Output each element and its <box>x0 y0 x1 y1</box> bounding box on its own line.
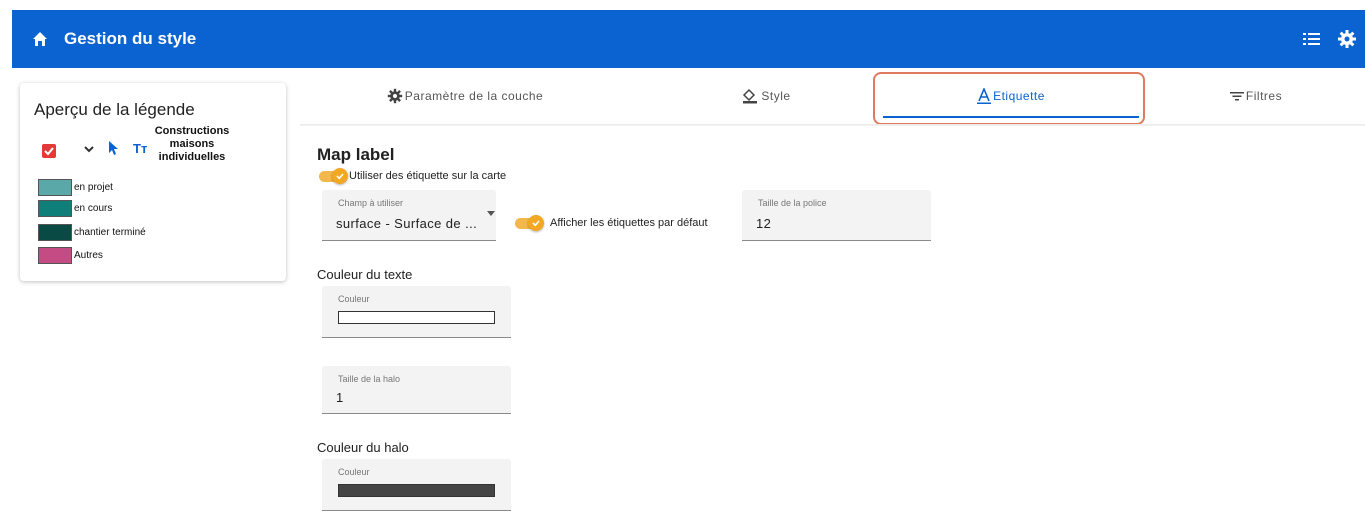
tab-label: Paramètre de la couche <box>404 89 544 103</box>
font-size-label: Taille de la police <box>758 198 827 208</box>
tab-label: Filtres <box>1245 89 1283 103</box>
section-title: Map label <box>317 145 395 164</box>
field-select-value: surface - Surface de ... <box>336 216 478 231</box>
legend-item: en cours <box>38 200 112 217</box>
legend-item-label: chantier terminé <box>74 227 146 238</box>
chevron-down-icon[interactable] <box>83 143 95 155</box>
legend-card: Aperçu de la légende Tт Constructions ma… <box>20 83 286 281</box>
halo-size-input[interactable]: Taille de la halo 1 <box>322 366 511 414</box>
color-label: Couleur <box>338 294 370 304</box>
chevron-down-icon <box>487 211 495 216</box>
tab-label: Style <box>761 89 791 103</box>
layer-checkbox[interactable] <box>42 144 56 158</box>
text-color-swatch <box>338 311 495 324</box>
halo-size-value: 1 <box>336 390 344 405</box>
tab-style[interactable]: Style <box>630 72 902 120</box>
list-icon[interactable] <box>1302 30 1322 48</box>
check-icon <box>332 168 348 184</box>
text-color-title: Couleur du texte <box>317 267 413 282</box>
show-default-toggle[interactable] <box>515 215 544 231</box>
text-color-picker[interactable]: Couleur <box>322 286 511 338</box>
page-title: Gestion du style <box>64 29 197 48</box>
home-icon[interactable] <box>32 31 48 47</box>
halo-size-label: Taille de la halo <box>338 374 401 384</box>
legend-swatch <box>38 247 72 264</box>
legend-title: Aperçu de la légende <box>34 100 195 119</box>
legend-swatch <box>38 224 72 241</box>
active-tab-indicator <box>883 116 1139 118</box>
label-settings-panel: Map label Utiliser des étiquette sur la … <box>300 126 1365 531</box>
show-default-text: Afficher les étiquettes par défaut <box>550 217 708 229</box>
legend-swatch <box>38 179 72 196</box>
field-select[interactable]: Champ à utiliser surface - Surface de ..… <box>322 190 496 241</box>
legend-item: Autres <box>38 247 103 264</box>
gear-icon[interactable] <box>1337 29 1357 49</box>
use-label-toggle[interactable] <box>319 168 348 184</box>
tab-etiquette[interactable]: Etiquette <box>875 72 1147 120</box>
paint-bucket-icon <box>743 88 758 104</box>
legend-item: en projet <box>38 179 113 196</box>
halo-color-swatch <box>338 484 495 497</box>
top-app-bar: Gestion du style <box>12 10 1365 68</box>
tab-filtres[interactable]: Filtres <box>1120 72 1365 120</box>
check-icon <box>44 147 54 156</box>
legend-item-label: en projet <box>74 182 113 193</box>
use-label-text: Utiliser des étiquette sur la carte <box>349 170 507 182</box>
field-select-label: Champ à utiliser <box>338 198 404 208</box>
halo-color-picker[interactable]: Couleur <box>322 459 511 511</box>
cursor-icon[interactable] <box>107 140 119 156</box>
tab-layer-settings[interactable]: Paramètre de la couche <box>300 72 630 120</box>
layer-name: Constructions maisons individuelles <box>154 125 230 163</box>
font-size-value: 12 <box>756 216 772 231</box>
color-label: Couleur <box>338 467 370 477</box>
tab-label: Etiquette <box>993 89 1045 103</box>
gear-icon <box>387 88 402 104</box>
legend-item: chantier terminé <box>38 224 146 241</box>
halo-color-title: Couleur du halo <box>317 440 409 455</box>
legend-swatch <box>38 200 72 217</box>
tab-bar: Paramètre de la couche Style Etiquette F… <box>300 72 1365 124</box>
font-size-input[interactable]: Taille de la police 12 <box>742 190 931 241</box>
text-a-icon <box>977 88 992 104</box>
text-size-icon[interactable]: Tт <box>133 141 147 156</box>
legend-item-label: Autres <box>74 250 103 261</box>
check-icon <box>528 215 544 231</box>
filter-icon <box>1229 92 1244 101</box>
legend-item-label: en cours <box>74 203 113 214</box>
